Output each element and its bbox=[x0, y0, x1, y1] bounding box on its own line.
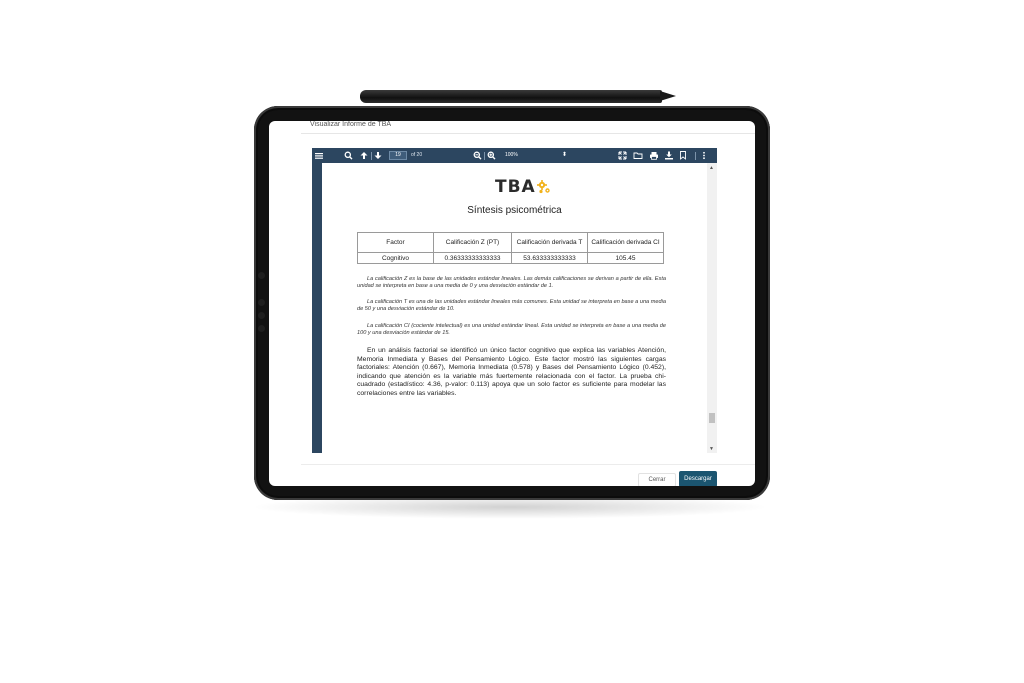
table-header-cell: Calificación derivada CI bbox=[587, 232, 664, 253]
chevron-updown-icon[interactable]: ⬍ bbox=[562, 151, 567, 158]
toolbar-divider bbox=[484, 152, 485, 160]
menu-icon[interactable] bbox=[315, 150, 325, 161]
download-button[interactable]: Descargar bbox=[679, 471, 717, 486]
print-icon[interactable] bbox=[649, 150, 659, 161]
tablet-side-button bbox=[258, 312, 265, 319]
tablet-camera bbox=[258, 272, 265, 279]
zoom-select[interactable]: 100% bbox=[505, 152, 518, 158]
footnote-t: La calificación T es una de las unidades… bbox=[357, 299, 666, 313]
scroll-down-icon[interactable]: ▼ bbox=[709, 446, 714, 452]
table-row: Cognitivo 0.36333333333333 53.6333333333… bbox=[357, 252, 664, 264]
tablet-screen: Visualizar Informe de TBA 19 of 20 100% … bbox=[269, 121, 755, 486]
analysis-paragraph: En un análisis factorial se identificó u… bbox=[357, 347, 666, 397]
table-header-cell: Calificación derivada T bbox=[511, 232, 588, 253]
bookmark-icon[interactable] bbox=[679, 150, 689, 161]
stylus-pencil bbox=[360, 90, 676, 103]
footnote-z: La calificación Z es la base de las unid… bbox=[357, 276, 666, 290]
results-table: Factor Calificación Z (PT) Calificación … bbox=[357, 232, 664, 264]
page-count: of 20 bbox=[411, 152, 423, 158]
modal-header-divider bbox=[301, 133, 755, 134]
gear-icon bbox=[537, 180, 550, 194]
table-cell: Cognitivo bbox=[357, 252, 434, 264]
table-cell: 53.633333333333 bbox=[511, 252, 588, 264]
footnote-ci: La calificación CI (cociente intelectual… bbox=[357, 323, 666, 337]
product-mockup: Visualizar Informe de TBA 19 of 20 100% … bbox=[0, 0, 1024, 683]
tablet-side-button bbox=[258, 325, 265, 332]
toolbar-divider bbox=[695, 152, 696, 160]
toolbar-divider bbox=[371, 152, 372, 160]
pdf-viewer: 19 of 20 100% ⬍ TBA Síntesis psicométric… bbox=[312, 148, 717, 453]
more-icon[interactable] bbox=[701, 150, 709, 161]
arrow-up-icon[interactable] bbox=[360, 150, 370, 161]
fullscreen-icon[interactable] bbox=[618, 150, 628, 161]
open-folder-icon[interactable] bbox=[633, 150, 644, 161]
scroll-thumb[interactable] bbox=[709, 413, 715, 423]
tba-logo: TBA bbox=[495, 177, 536, 197]
scroll-up-icon[interactable]: ▲ bbox=[709, 165, 714, 171]
tablet-side-button bbox=[258, 299, 265, 306]
table-cell: 0.36333333333333 bbox=[433, 252, 512, 264]
zoom-in-icon[interactable] bbox=[487, 150, 497, 161]
page-number-input[interactable]: 19 bbox=[389, 151, 407, 160]
table-cell: 105.45 bbox=[587, 252, 664, 264]
modal-title: Visualizar Informe de TBA bbox=[310, 121, 392, 128]
table-header-cell: Calificación Z (PT) bbox=[433, 232, 512, 253]
modal-footer-divider bbox=[301, 464, 755, 465]
pdf-toolbar: 19 of 20 100% ⬍ bbox=[312, 148, 717, 163]
table-header-row: Factor Calificación Z (PT) Calificación … bbox=[357, 232, 664, 253]
table-header-cell: Factor bbox=[357, 232, 434, 253]
search-icon[interactable] bbox=[344, 150, 354, 161]
pdf-scrollbar[interactable]: ▲ ▼ bbox=[707, 163, 717, 453]
document-title: Síntesis psicométrica bbox=[467, 205, 562, 216]
download-icon[interactable] bbox=[664, 150, 674, 161]
zoom-out-icon[interactable] bbox=[473, 150, 483, 161]
close-button[interactable]: Cerrar bbox=[638, 473, 676, 486]
pdf-page: TBA Síntesis psicométrica Factor Calific… bbox=[322, 163, 707, 453]
arrow-down-icon[interactable] bbox=[374, 150, 384, 161]
